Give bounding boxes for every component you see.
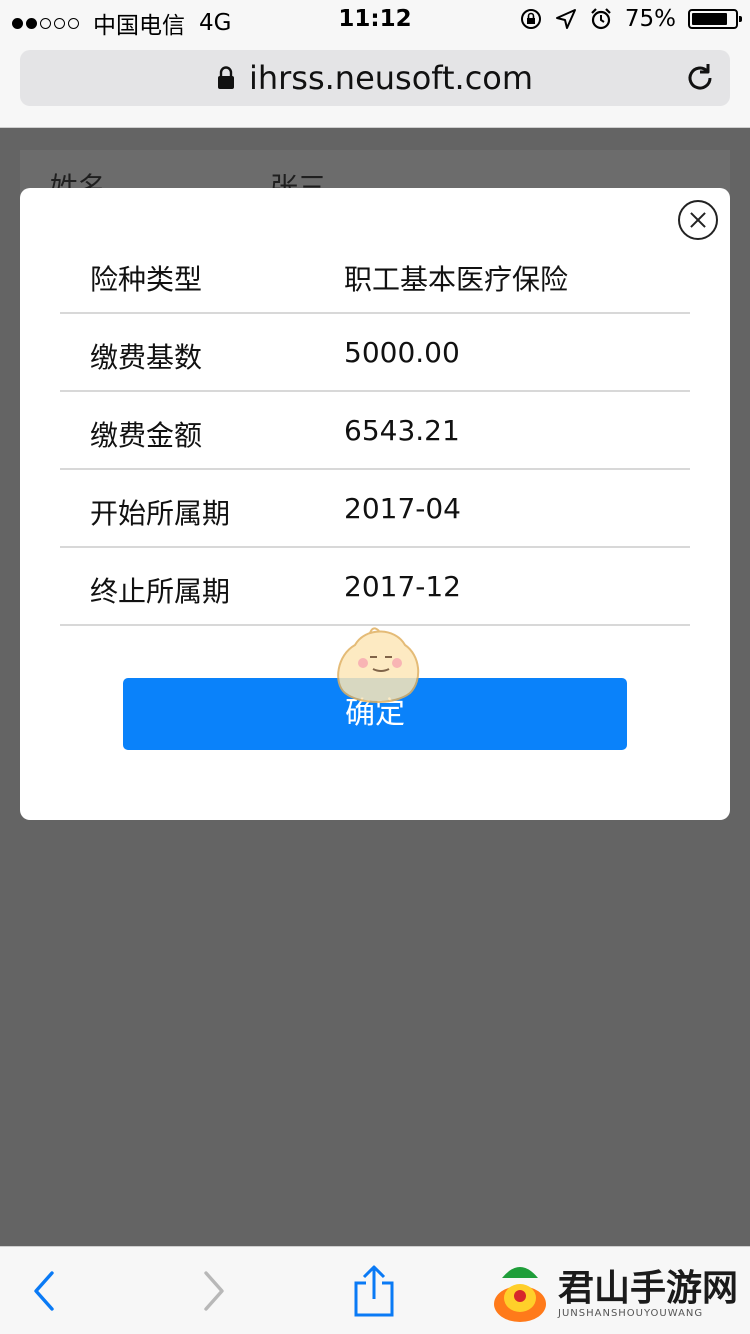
back-icon[interactable] — [18, 1263, 74, 1319]
detail-row-payment-amount: 缴费金额 6543.21 — [60, 392, 690, 470]
battery-percentage: 75% — [624, 6, 676, 32]
status-bar: 中国电信 4G 11:12 75% — [0, 0, 750, 40]
browser-toolbar: 君山手游网 JUNSHANSHOUYOUWANG — [0, 1246, 750, 1334]
detail-row-start-period: 开始所属期 2017-04 — [60, 470, 690, 548]
reload-icon[interactable] — [684, 62, 716, 94]
detail-label: 缴费金额 — [90, 419, 203, 452]
orientation-lock-icon — [520, 9, 541, 29]
watermark-flower-icon — [494, 1267, 546, 1322]
detail-value: 2017-04 — [344, 492, 461, 525]
detail-value: 2017-12 — [344, 570, 461, 603]
watermark-subtitle: JUNSHANSHOUYOUWANG — [558, 1307, 704, 1319]
lock-icon — [217, 66, 234, 89]
detail-label: 开始所属期 — [90, 497, 231, 530]
detail-label: 终止所属期 — [90, 575, 231, 608]
alarm-icon — [591, 8, 611, 30]
url-field[interactable]: ihrss.neusoft.com — [20, 50, 730, 106]
detail-value: 职工基本医疗保险 — [344, 263, 569, 296]
watermark-logo: 君山手游网 JUNSHANSHOUYOUWANG — [490, 1255, 740, 1331]
battery-icon — [688, 9, 742, 29]
location-icon — [555, 9, 576, 29]
detail-row-insurance-type: 险种类型 职工基本医疗保险 — [60, 236, 690, 314]
detail-row-payment-base: 缴费基数 5000.00 — [60, 314, 690, 392]
detail-label: 险种类型 — [90, 263, 203, 296]
url-text: ihrss.neusoft.com — [248, 59, 534, 97]
watermark-mascot-icon — [337, 627, 420, 703]
detail-label: 缴费基数 — [90, 341, 203, 374]
detail-list: 险种类型 职工基本医疗保险 缴费基数 5000.00 缴费金额 6543.21 … — [60, 236, 690, 626]
detail-value: 5000.00 — [344, 336, 460, 369]
watermark-title: 君山手游网 — [558, 1266, 739, 1309]
detail-value: 6543.21 — [344, 414, 460, 447]
payment-detail-dialog: 险种类型 职工基本医疗保险 缴费基数 5000.00 缴费金额 6543.21 … — [20, 188, 730, 820]
browser-address-bar: ihrss.neusoft.com — [0, 40, 750, 128]
detail-row-end-period: 终止所属期 2017-12 — [60, 548, 690, 626]
share-icon[interactable] — [346, 1263, 402, 1319]
close-icon[interactable] — [678, 200, 718, 240]
forward-icon[interactable] — [184, 1263, 240, 1319]
